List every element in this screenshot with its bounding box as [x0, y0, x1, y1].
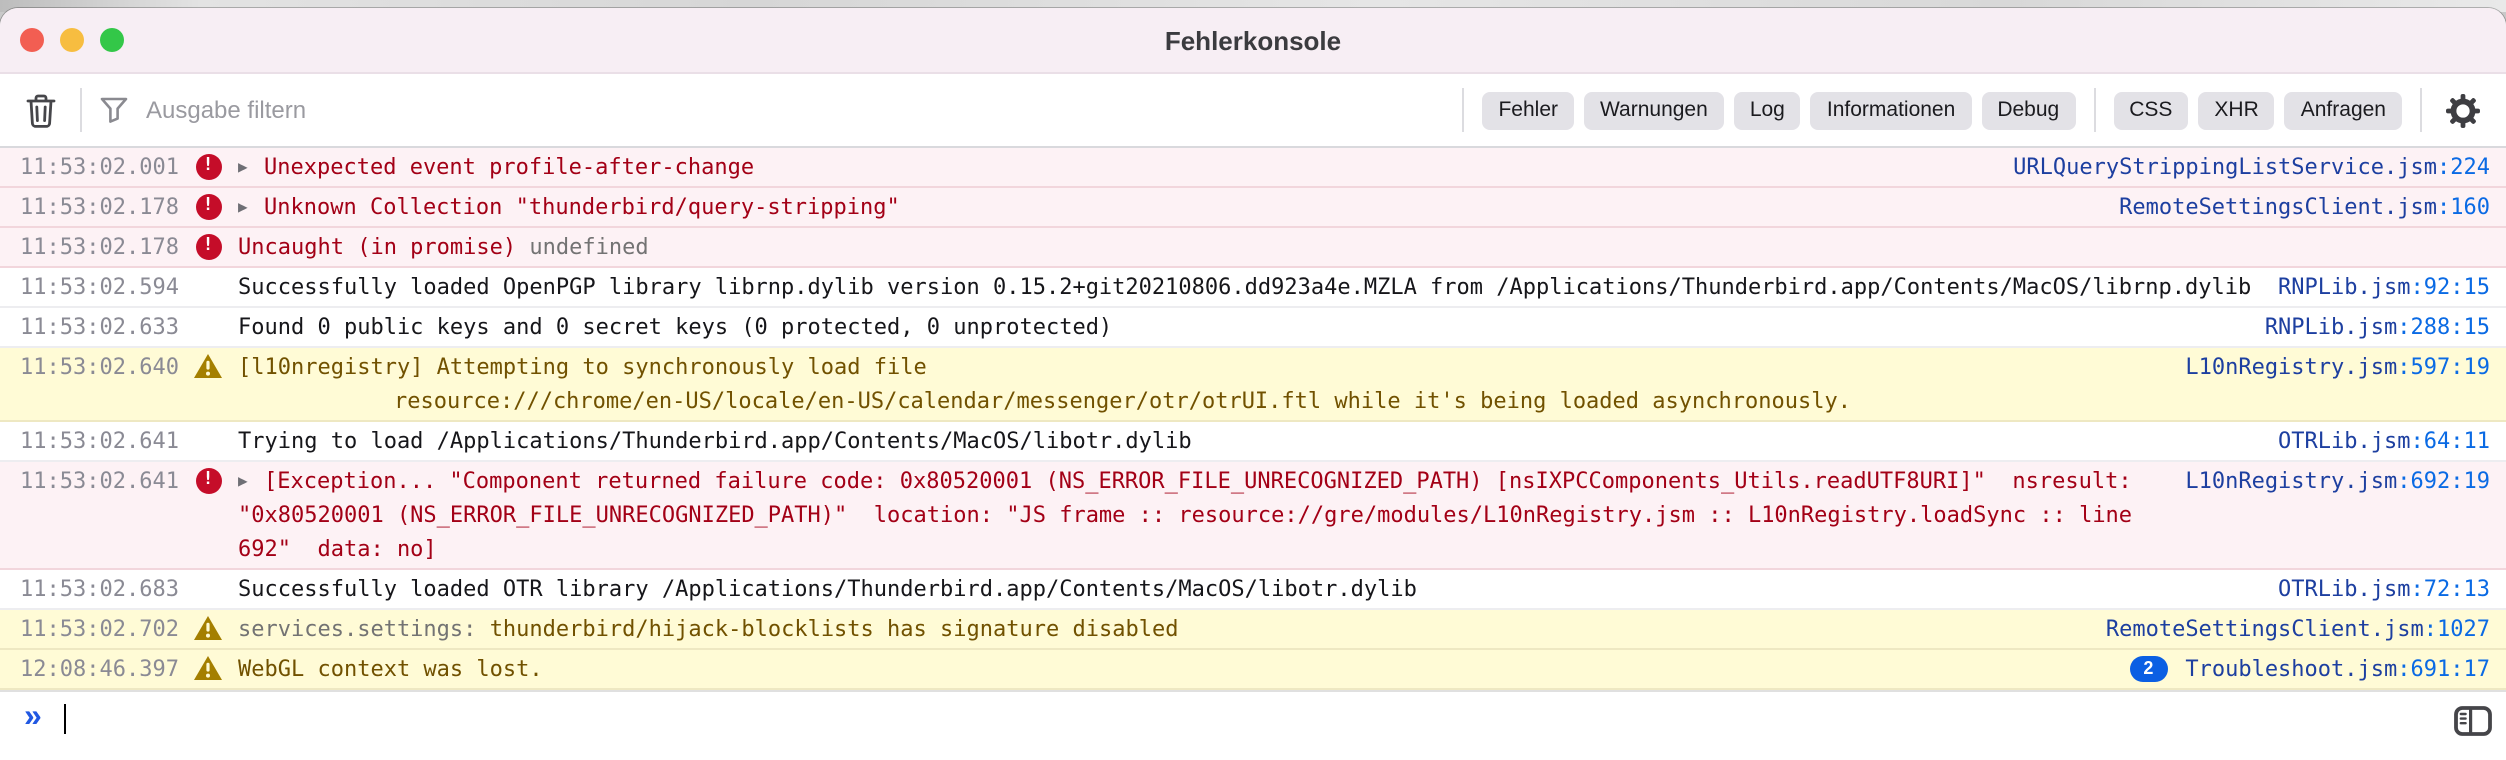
- source-link[interactable]: L10nRegistry.jsm:692:19: [2161, 464, 2490, 498]
- settings-gear-button[interactable]: [2440, 89, 2486, 131]
- error-icon: !: [195, 194, 221, 220]
- source-link[interactable]: RNPLib.jsm:92:15: [2254, 270, 2490, 304]
- funnel-icon: [100, 96, 128, 124]
- filter-button-warnungen[interactable]: Warnungen: [1584, 91, 1724, 129]
- window-title: Fehlerkonsole: [1165, 25, 1341, 55]
- titlebar: Fehlerkonsole: [0, 8, 2506, 74]
- expand-arrow-icon[interactable]: ▶: [238, 190, 264, 224]
- filter-button-css[interactable]: CSS: [2113, 91, 2188, 129]
- maximize-button[interactable]: [100, 28, 124, 52]
- source-link[interactable]: 2Troubleshoot.jsm:691:17: [2105, 652, 2490, 686]
- log-message: ▶[Exception... "Component returned failu…: [238, 464, 2161, 566]
- traffic-lights: [20, 8, 124, 72]
- icon-slot: !: [178, 230, 238, 260]
- warning-icon: [178, 652, 238, 680]
- command-prompt-icon: »: [24, 702, 42, 734]
- command-input[interactable]: »: [0, 692, 2506, 734]
- repeat-count-badge: 2: [2129, 656, 2167, 682]
- console-row[interactable]: 11:53:02.178! Uncaught (in promise) undef…: [0, 228, 2506, 268]
- log-message: [l10nregistry] Attempting to synchronous…: [238, 350, 2161, 418]
- text-cursor: [64, 703, 67, 733]
- icon-slot: !: [178, 190, 238, 220]
- filter-button-debug[interactable]: Debug: [1981, 91, 2075, 129]
- console-row[interactable]: 11:53:02.594 Successfully loaded OpenPGP …: [0, 268, 2506, 308]
- log-message: WebGL context was lost.: [238, 652, 2105, 686]
- log-message: Found 0 public keys and 0 secret keys (0…: [238, 310, 2241, 344]
- icon-slot: !: [178, 464, 238, 494]
- console-output: 11:53:02.001! ▶Unexpected event profile-a…: [0, 148, 2506, 690]
- source-link[interactable]: OTRLib.jsm:64:11: [2254, 424, 2490, 458]
- error-icon: !: [195, 154, 221, 180]
- icon-slot: [178, 572, 238, 576]
- console-row[interactable]: 11:53:02.178! ▶Unknown Collection "thunde…: [0, 188, 2506, 228]
- timestamp: 11:53:02.641: [20, 464, 178, 498]
- timestamp: 11:53:02.702: [20, 612, 178, 646]
- timestamp: 12:08:46.397: [20, 652, 178, 686]
- icon-slot: [178, 424, 238, 428]
- console-row[interactable]: 11:53:02.683 Successfully loaded OTR libr…: [0, 570, 2506, 610]
- warning-icon: [178, 350, 238, 378]
- console-row[interactable]: 11:53:02.640 [l10nregistry] Attempting to…: [0, 348, 2506, 422]
- icon-slot: [178, 270, 238, 274]
- toolbar-divider: [2420, 88, 2422, 132]
- command-line-area: »: [0, 690, 2506, 760]
- icon-slot: !: [178, 150, 238, 180]
- source-link[interactable]: URLQueryStrippingListService.jsm:224: [1989, 150, 2490, 184]
- gear-icon: [2446, 93, 2480, 127]
- sidebar-toggle-icon: [2454, 706, 2492, 736]
- toolbar: Fehler Warnungen Log Informationen Debug CSS…: [0, 74, 2506, 148]
- source-link[interactable]: L10nRegistry.jsm:597:19: [2161, 350, 2490, 384]
- filter-button-xhr[interactable]: XHR: [2198, 91, 2274, 129]
- filter-button-log[interactable]: Log: [1734, 91, 1801, 129]
- warning-icon: [178, 612, 238, 640]
- timestamp: 11:53:02.640: [20, 350, 178, 384]
- timestamp: 11:53:02.001: [20, 150, 178, 184]
- toolbar-divider: [2093, 88, 2095, 132]
- console-row[interactable]: 11:53:02.641! ▶[Exception... "Component r…: [0, 462, 2506, 570]
- timestamp: 11:53:02.683: [20, 572, 178, 606]
- timestamp: 11:53:02.633: [20, 310, 178, 344]
- timestamp: 11:53:02.178: [20, 190, 178, 224]
- log-message: Trying to load /Applications/Thunderbird…: [238, 424, 2254, 458]
- icon-slot: [178, 310, 238, 314]
- close-button[interactable]: [20, 28, 44, 52]
- log-message: services.settings: thunderbird/hijack-bl…: [238, 612, 2082, 646]
- toolbar-divider: [80, 88, 82, 132]
- source-link[interactable]: OTRLib.jsm:72:13: [2254, 572, 2490, 606]
- log-message: ▶Unexpected event profile-after-change: [238, 150, 1989, 184]
- minimize-button[interactable]: [60, 28, 84, 52]
- filter-button-informationen[interactable]: Informationen: [1811, 91, 1971, 129]
- level-filter-buttons: Fehler Warnungen Log Informationen Debug: [1482, 91, 2075, 129]
- filter-button-fehler[interactable]: Fehler: [1482, 91, 1574, 129]
- expand-arrow-icon[interactable]: ▶: [238, 464, 264, 498]
- console-row[interactable]: 11:53:02.702 services.settings: thunderbi…: [0, 610, 2506, 650]
- error-icon: !: [195, 468, 221, 494]
- filter-input[interactable]: [142, 94, 1444, 126]
- filter-button-anfragen[interactable]: Anfragen: [2285, 91, 2402, 129]
- timestamp: 11:53:02.641: [20, 424, 178, 458]
- console-row[interactable]: 11:53:02.641 Trying to load /Applications…: [0, 422, 2506, 462]
- error-console-window: Fehlerkonsole Fehler Warnungen Log Informat…: [0, 8, 2506, 760]
- console-row[interactable]: 11:53:02.633 Found 0 public keys and 0 se…: [0, 308, 2506, 348]
- timestamp: 11:53:02.178: [20, 230, 178, 264]
- console-row[interactable]: 11:53:02.001! ▶Unexpected event profile-a…: [0, 148, 2506, 188]
- log-message: Uncaught (in promise) undefined: [238, 230, 2490, 264]
- source-link[interactable]: RemoteSettingsClient.jsm:160: [2095, 190, 2490, 224]
- category-filter-buttons: CSS XHR Anfragen: [2113, 91, 2402, 129]
- log-message: Successfully loaded OpenPGP library libr…: [238, 270, 2254, 304]
- sidebar-toggle-button[interactable]: [2454, 706, 2492, 736]
- screen: Fehlerkonsole Fehler Warnungen Log Informat…: [0, 0, 2506, 760]
- toolbar-divider: [1462, 88, 1464, 132]
- source-link[interactable]: RemoteSettingsClient.jsm:1027: [2082, 612, 2490, 646]
- log-message: Successfully loaded OTR library /Applica…: [238, 572, 2254, 606]
- source-link[interactable]: RNPLib.jsm:288:15: [2241, 310, 2490, 344]
- clear-output-button[interactable]: [20, 89, 62, 131]
- expand-arrow-icon[interactable]: ▶: [238, 150, 264, 184]
- log-message: ▶Unknown Collection "thunderbird/query-s…: [238, 190, 2095, 224]
- console-row[interactable]: 12:08:46.397 WebGL context was lost.2Trou…: [0, 650, 2506, 690]
- error-icon: !: [195, 234, 221, 260]
- trash-icon: [26, 93, 56, 127]
- timestamp: 11:53:02.594: [20, 270, 178, 304]
